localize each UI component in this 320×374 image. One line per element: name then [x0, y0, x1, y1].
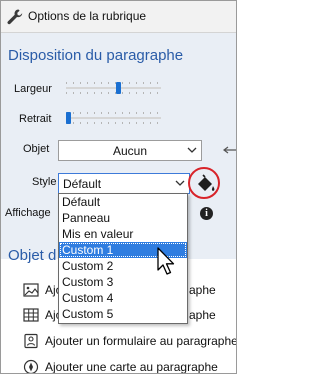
- map-pin-icon: [23, 359, 39, 373]
- panel-title: Options de la rubrique: [28, 9, 147, 23]
- style-option-panneau[interactable]: Panneau: [59, 210, 187, 226]
- style-option-custom-4[interactable]: Custom 4: [59, 290, 187, 306]
- table-icon: [23, 308, 39, 322]
- mouse-cursor-icon: [157, 247, 175, 275]
- style-option-default[interactable]: Défault: [59, 194, 187, 210]
- wrench-icon: [7, 9, 23, 25]
- add-table-label-tail: aphe: [189, 308, 216, 322]
- section-title-objet: Objet d: [8, 247, 57, 264]
- style-select[interactable]: Défault: [58, 173, 190, 194]
- options-panel: Options de la rubrique Disposition du pa…: [0, 0, 237, 374]
- add-form-row[interactable]: Ajouter un formulaire au paragraphe: [1, 332, 236, 350]
- objet-select[interactable]: Aucun: [58, 140, 202, 161]
- info-icon[interactable]: i: [200, 207, 213, 220]
- style-option-mis-en-valeur[interactable]: Mis en valeur: [59, 226, 187, 242]
- panel-titlebar: Options de la rubrique: [1, 1, 236, 33]
- add-map-label: Ajouter une carte au paragraphe: [45, 360, 218, 374]
- arrow-left-icon: [223, 146, 236, 154]
- style-label: Style: [32, 176, 57, 188]
- style-option-custom-5[interactable]: Custom 5: [59, 306, 187, 322]
- largeur-slider[interactable]: [66, 82, 161, 94]
- retrait-slider-thumb[interactable]: [66, 112, 71, 124]
- section-title-disposition: Disposition du paragraphe: [8, 47, 184, 64]
- add-map-row[interactable]: Ajouter une carte au paragraphe: [1, 358, 236, 374]
- image-icon: [23, 283, 39, 297]
- add-image-label-tail: aphe: [189, 283, 216, 297]
- highlight-circle: [188, 167, 220, 199]
- retrait-slider[interactable]: [66, 112, 161, 124]
- objet-label: Objet: [23, 143, 50, 155]
- style-select-value: Défault: [63, 177, 102, 191]
- affichage-label: Affichage: [5, 207, 51, 219]
- largeur-label: Largeur: [14, 83, 52, 95]
- retrait-label: Retrait: [19, 113, 52, 125]
- largeur-slider-thumb[interactable]: [116, 82, 121, 94]
- objet-select-value: Aucun: [112, 144, 148, 158]
- chevron-down-icon: [175, 180, 185, 186]
- form-icon: [24, 333, 38, 349]
- add-form-label: Ajouter un formulaire au paragraphe: [45, 334, 237, 348]
- chevron-down-icon: [187, 147, 197, 153]
